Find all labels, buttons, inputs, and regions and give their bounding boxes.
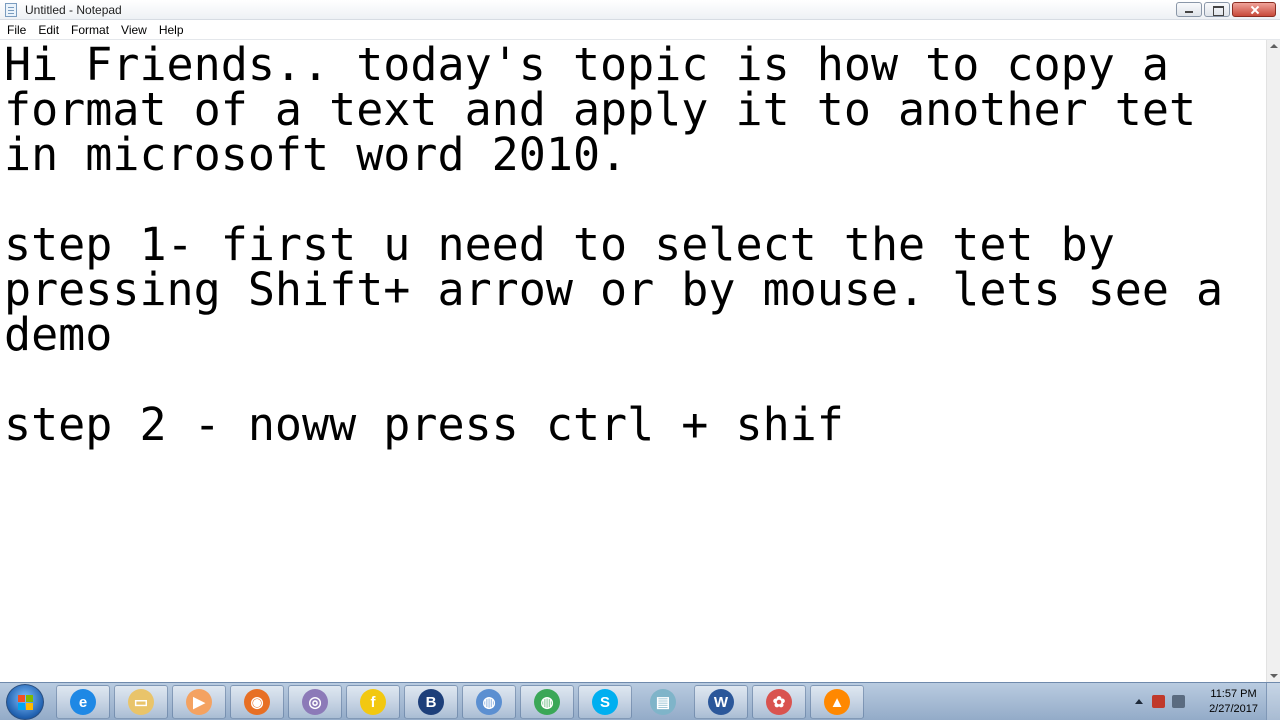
vlc-icon: ▲ (824, 689, 850, 715)
taskbar-internet-explorer-button[interactable]: e (56, 685, 110, 719)
menu-edit[interactable]: Edit (32, 20, 65, 40)
taskbar-chrome-button[interactable]: ◍ (520, 685, 574, 719)
taskbar-chromium-button[interactable]: ◍ (462, 685, 516, 719)
minimize-button[interactable] (1176, 2, 1202, 17)
taskbar-skype-button[interactable]: S (578, 685, 632, 719)
file-explorer-icon: ▭ (128, 689, 154, 715)
firefox-icon: ◉ (244, 689, 270, 715)
flipkart-icon: f (360, 689, 386, 715)
taskbar-flipkart-button[interactable]: f (346, 685, 400, 719)
notepad-icon (5, 3, 17, 17)
network-icon[interactable] (1172, 695, 1185, 708)
vertical-scrollbar[interactable] (1266, 40, 1280, 682)
picasa-icon: ✿ (766, 689, 792, 715)
notepad-icon: ▤ (650, 689, 676, 715)
clock-time: 11:57 PM (1210, 688, 1257, 700)
taskbar-app-b-button[interactable]: B (404, 685, 458, 719)
taskbar-media-player-button[interactable]: ▶ (172, 685, 226, 719)
menu-bar: File Edit Format View Help (0, 20, 1280, 40)
menu-view[interactable]: View (115, 20, 153, 40)
maximize-button[interactable] (1204, 2, 1230, 17)
clock[interactable]: 11:57 PM 2/27/2017 (1209, 687, 1258, 717)
taskbar: e ▭ ▶ ◉ ◎ f B ◍ ◍ S ▤ W ✿ ▲ 11:57 PM 2/27/2017 (0, 682, 1280, 720)
show-hidden-icons-icon[interactable] (1135, 699, 1143, 704)
scroll-up-icon[interactable] (1270, 44, 1278, 48)
media-player-icon: ▶ (186, 689, 212, 715)
clock-date: 2/27/2017 (1209, 703, 1258, 715)
taskbar-vlc-button[interactable]: ▲ (810, 685, 864, 719)
menu-format[interactable]: Format (65, 20, 115, 40)
chromium-icon: ◍ (476, 689, 502, 715)
internet-explorer-icon: e (70, 689, 96, 715)
window-controls (1174, 2, 1276, 17)
taskbar-firefox-button[interactable]: ◉ (230, 685, 284, 719)
close-button[interactable] (1232, 2, 1276, 17)
taskbar-word-button[interactable]: W (694, 685, 748, 719)
word-icon: W (708, 689, 734, 715)
window-title: Untitled - Notepad (25, 3, 122, 17)
app-b-icon: B (418, 689, 444, 715)
start-button[interactable] (6, 684, 44, 720)
text-editor[interactable]: Hi Friends.. today's topic is how to cop… (0, 40, 1266, 682)
taskbar-picasa-button[interactable]: ✿ (752, 685, 806, 719)
scroll-down-icon[interactable] (1270, 674, 1278, 678)
taskbar-notepad-button[interactable]: ▤ (636, 685, 690, 719)
security-icon[interactable] (1152, 695, 1165, 708)
chrome-icon: ◍ (534, 689, 560, 715)
app-swirl-icon: ◎ (302, 689, 328, 715)
menu-file[interactable]: File (0, 20, 32, 40)
skype-icon: S (592, 689, 618, 715)
show-desktop-button[interactable] (1266, 683, 1280, 720)
system-tray: 11:57 PM 2/27/2017 (1130, 683, 1280, 720)
title-bar: Untitled - Notepad (0, 0, 1280, 20)
taskbar-app-swirl-button[interactable]: ◎ (288, 685, 342, 719)
menu-help[interactable]: Help (153, 20, 190, 40)
taskbar-file-explorer-button[interactable]: ▭ (114, 685, 168, 719)
editor-text[interactable]: Hi Friends.. today's topic is how to cop… (4, 42, 1223, 447)
